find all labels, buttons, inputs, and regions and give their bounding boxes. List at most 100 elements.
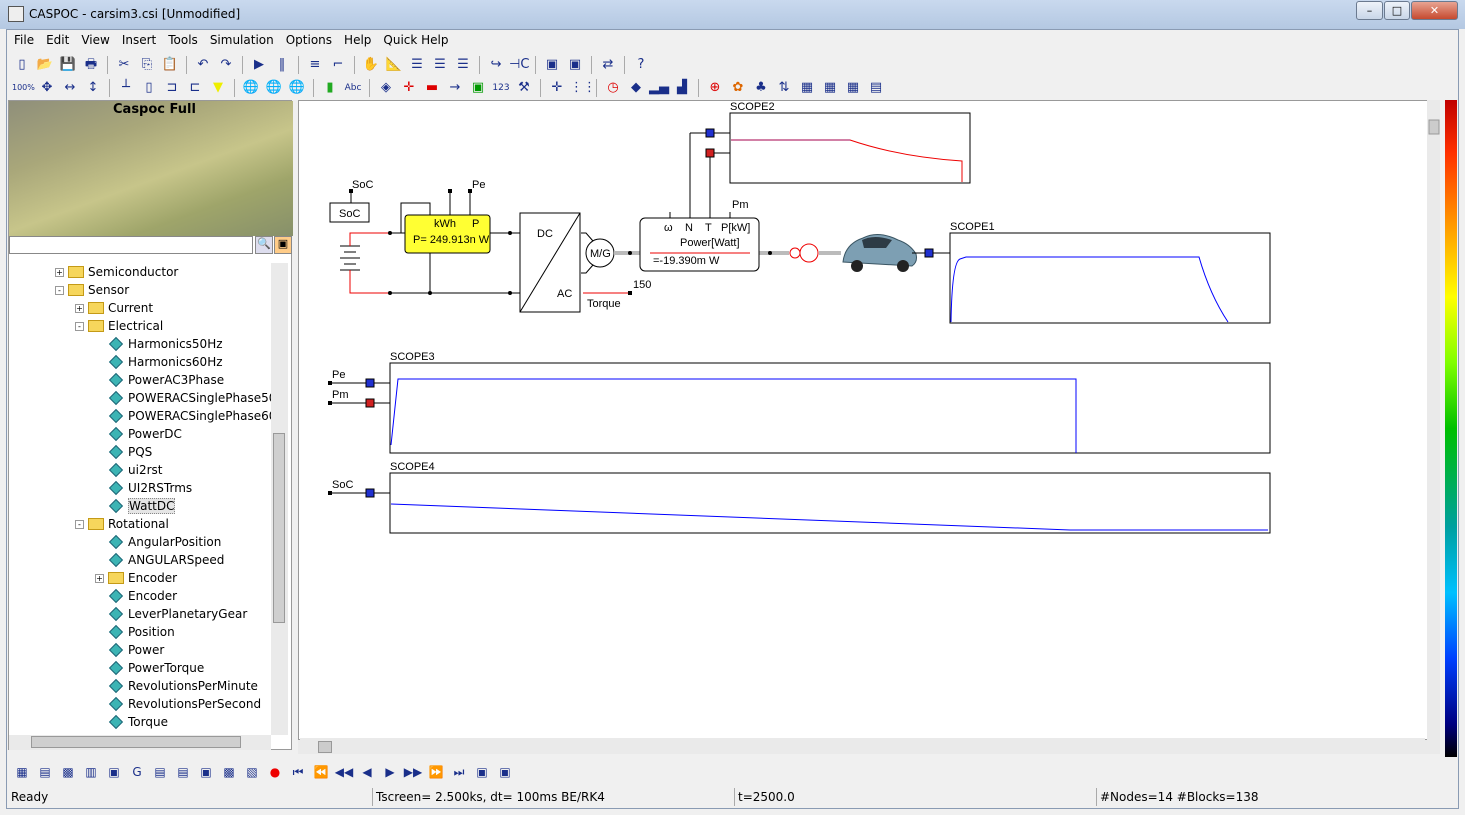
canvas-vertical-scrollbar[interactable] bbox=[1427, 100, 1440, 740]
green-block-icon[interactable]: ▣ bbox=[468, 78, 488, 98]
menu-tools[interactable]: Tools bbox=[162, 31, 204, 49]
globe-icon[interactable]: 🌐 bbox=[241, 78, 261, 98]
cut-icon[interactable]: ✂ bbox=[114, 55, 134, 75]
tree-item[interactable]: ui2rst bbox=[95, 461, 162, 479]
sim-toolbar-button-icon[interactable]: ▤ bbox=[150, 762, 170, 782]
scope1-input[interactable] bbox=[924, 248, 934, 258]
sim-toolbar-button-icon[interactable]: ▧ bbox=[242, 762, 262, 782]
globe2-icon[interactable]: 🌐 bbox=[264, 78, 284, 98]
tree-item[interactable]: - Sensor bbox=[55, 281, 129, 299]
brush-icon[interactable]: ▮ bbox=[320, 78, 340, 98]
chip-icon[interactable]: ▦ bbox=[797, 78, 817, 98]
sim-toolbar-button-icon[interactable]: ◀◀ bbox=[334, 762, 354, 782]
tree-item[interactable]: PowerAC3Phase bbox=[95, 371, 224, 389]
chip3-icon[interactable]: ▦ bbox=[843, 78, 863, 98]
bars-icon[interactable]: ▂▄ bbox=[649, 78, 669, 98]
cross-icon[interactable]: ✛ bbox=[547, 78, 567, 98]
sim-toolbar-button-icon[interactable]: ▤ bbox=[35, 762, 55, 782]
expand-icon[interactable]: + bbox=[75, 303, 84, 313]
hand-icon[interactable]: ✋ bbox=[361, 55, 381, 75]
tree-item[interactable]: Power bbox=[95, 641, 164, 659]
schematic-canvas[interactable]: SoC SoC Pe kWh P P= 249.913n W DC AC M/G… bbox=[298, 100, 1440, 740]
number-icon[interactable]: 123 bbox=[491, 78, 511, 98]
flip-icon[interactable]: ⊐ bbox=[162, 78, 182, 98]
expand-icon[interactable]: + bbox=[55, 267, 64, 277]
sim-toolbar-button-icon[interactable]: G bbox=[127, 762, 147, 782]
menu-help[interactable]: Help bbox=[338, 31, 377, 49]
sort-icon[interactable]: ⇅ bbox=[774, 78, 794, 98]
tree-item[interactable]: PowerTorque bbox=[95, 659, 204, 677]
sim-toolbar-button-icon[interactable]: ▣ bbox=[196, 762, 216, 782]
wheel-icon[interactable] bbox=[799, 243, 819, 263]
list2-icon[interactable]: ☰ bbox=[430, 55, 450, 75]
tree-horizontal-scrollbar[interactable] bbox=[9, 735, 271, 750]
undo-icon[interactable]: ↶ bbox=[193, 55, 213, 75]
help-icon[interactable]: ? bbox=[631, 55, 651, 75]
fill-icon[interactable]: ◆ bbox=[626, 78, 646, 98]
chip2-icon[interactable]: ▦ bbox=[820, 78, 840, 98]
save-icon[interactable]: 💾 bbox=[58, 55, 78, 75]
filter-button[interactable]: ▣ bbox=[274, 236, 292, 254]
menu-view[interactable]: View bbox=[75, 31, 115, 49]
tree-item[interactable]: - Rotational bbox=[75, 515, 169, 533]
zoom-width-icon[interactable]: ↔ bbox=[60, 78, 80, 98]
label-icon[interactable]: ≡ bbox=[305, 55, 325, 75]
tree-item[interactable]: - Electrical bbox=[75, 317, 163, 335]
tree-item[interactable]: RevolutionsPerMinute bbox=[95, 677, 258, 695]
battery-symbol[interactable] bbox=[340, 232, 390, 294]
scope3[interactable] bbox=[389, 362, 1271, 454]
probe-icon[interactable]: ▼ bbox=[208, 78, 228, 98]
copy-icon[interactable]: ⎘ bbox=[137, 55, 157, 75]
block-icon[interactable]: ▬ bbox=[422, 78, 442, 98]
3d-icon[interactable]: ◈ bbox=[376, 78, 396, 98]
tree-item[interactable]: LeverPlanetaryGear bbox=[95, 605, 247, 623]
tree-item[interactable]: Position bbox=[95, 623, 175, 641]
menu-simulation[interactable]: Simulation bbox=[204, 31, 280, 49]
clock-icon[interactable]: ◷ bbox=[603, 78, 623, 98]
maximize-button[interactable]: □ bbox=[1384, 1, 1410, 20]
tree-item[interactable]: ANGULARSpeed bbox=[95, 551, 224, 569]
tree-item[interactable]: POWERACSinglePhase50Hz bbox=[95, 389, 271, 407]
menu-insert[interactable]: Insert bbox=[116, 31, 162, 49]
sim-toolbar-button-icon[interactable]: ● bbox=[265, 762, 285, 782]
tree-item[interactable]: Harmonics60Hz bbox=[95, 353, 223, 371]
wand-icon[interactable]: ⚒ bbox=[514, 78, 534, 98]
print-icon[interactable]: 🖶 bbox=[81, 55, 101, 75]
sim-toolbar-button-icon[interactable]: ▶▶ bbox=[403, 762, 423, 782]
pause-icon[interactable]: ‖ bbox=[272, 55, 292, 75]
scope4-input[interactable] bbox=[365, 488, 375, 498]
tree-item[interactable]: + Encoder bbox=[95, 569, 177, 587]
tree-item[interactable]: POWERACSinglePhase60Hz bbox=[95, 407, 271, 425]
library-search-input[interactable] bbox=[9, 236, 253, 254]
tree-item[interactable]: WattDC bbox=[95, 497, 176, 515]
target-icon[interactable]: ⊕ bbox=[705, 78, 725, 98]
menu-edit[interactable]: Edit bbox=[40, 31, 75, 49]
tree-item[interactable]: UI2RSTrms bbox=[95, 479, 192, 497]
text-icon[interactable]: Abc bbox=[343, 78, 363, 98]
mirror-icon[interactable]: ⊏ bbox=[185, 78, 205, 98]
sim-toolbar-button-icon[interactable]: ▣ bbox=[495, 762, 515, 782]
collapse-icon[interactable]: - bbox=[55, 285, 64, 295]
scope3-input-blue[interactable] bbox=[365, 378, 375, 388]
list3-icon[interactable]: ☰ bbox=[453, 55, 473, 75]
sim-toolbar-button-icon[interactable]: ▣ bbox=[472, 762, 492, 782]
sim-toolbar-button-icon[interactable]: ▤ bbox=[173, 762, 193, 782]
tree-vertical-scrollbar[interactable] bbox=[271, 263, 288, 735]
tree-item[interactable]: AngularPosition bbox=[95, 533, 221, 551]
tree-item[interactable]: PowerDC bbox=[95, 425, 182, 443]
palette-icon[interactable]: ♣ bbox=[751, 78, 771, 98]
sim-toolbar-button-icon[interactable]: ▩ bbox=[219, 762, 239, 782]
sim-toolbar-button-icon[interactable]: ▦ bbox=[12, 762, 32, 782]
lib-icon[interactable]: ▣ bbox=[542, 55, 562, 75]
run-icon[interactable]: ▶ bbox=[249, 55, 269, 75]
table-icon[interactable]: ▤ bbox=[866, 78, 886, 98]
node-icon[interactable]: ✛ bbox=[399, 78, 419, 98]
arrow-line-icon[interactable]: → bbox=[445, 78, 465, 98]
tree-item[interactable]: Harmonics50Hz bbox=[95, 335, 223, 353]
arrow-icon[interactable]: ↪ bbox=[486, 55, 506, 75]
zoom-100-button[interactable]: 100% bbox=[12, 78, 35, 98]
sim-toolbar-button-icon[interactable]: ⏩ bbox=[426, 762, 446, 782]
scope2[interactable] bbox=[729, 112, 971, 184]
tree-item[interactable]: Encoder bbox=[95, 587, 177, 605]
menu-options[interactable]: Options bbox=[280, 31, 338, 49]
